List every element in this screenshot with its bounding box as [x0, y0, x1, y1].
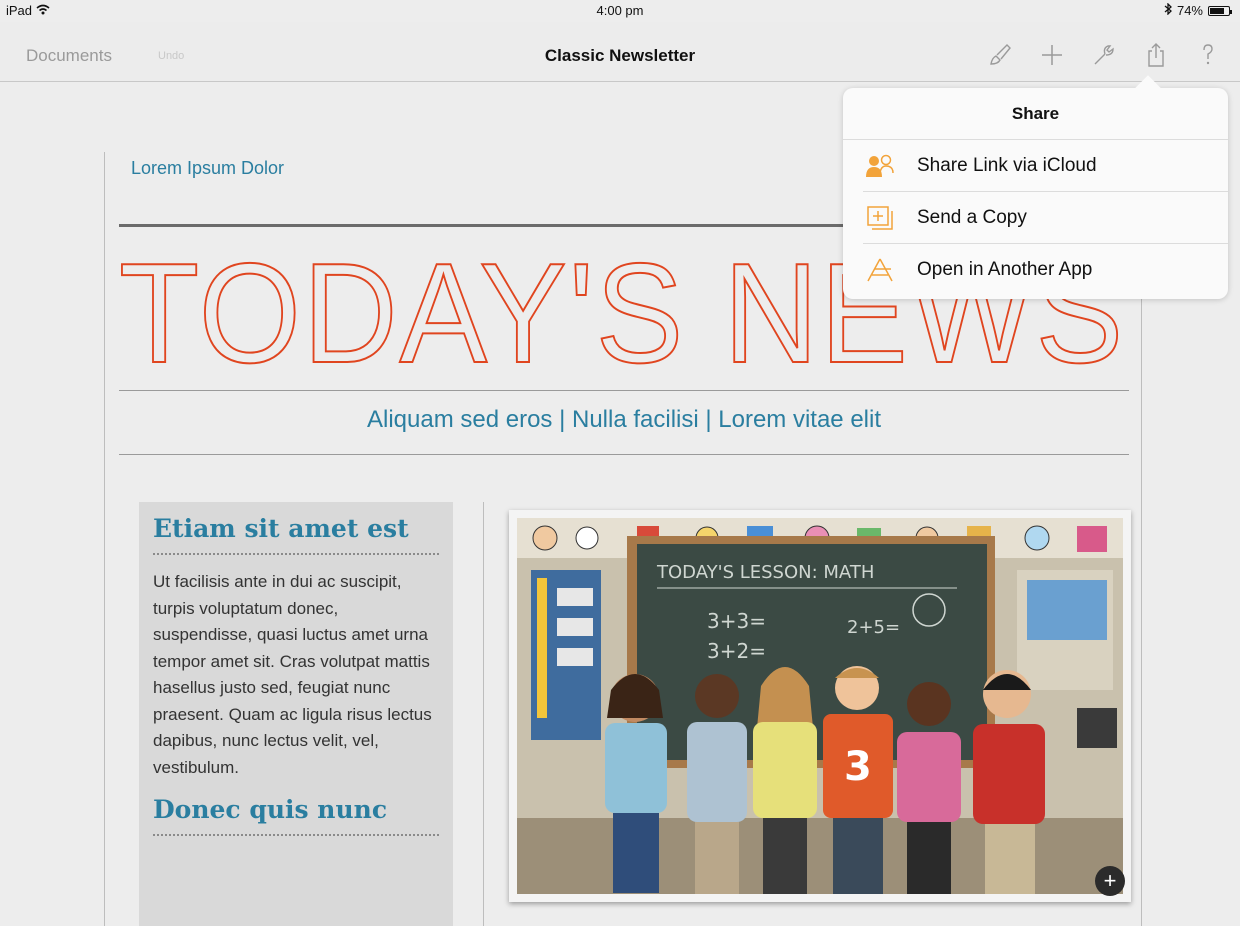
- dotted-rule: [153, 553, 439, 555]
- divider-thin-bottom: [119, 454, 1129, 455]
- battery-icon: [1208, 5, 1232, 16]
- send-copy-item[interactable]: Send a Copy: [863, 192, 1228, 244]
- chalkboard-text: TODAY'S LESSON: MATH: [656, 562, 874, 583]
- battery-percent: 74%: [1176, 3, 1203, 18]
- people-icon: [863, 151, 897, 181]
- toolbar: Documents Undo Classic Newsletter: [0, 22, 1240, 82]
- status-time: 4:00 pm: [596, 3, 644, 18]
- sidebar-box[interactable]: Etiam sit amet est Ut facilisis ante in …: [139, 502, 453, 926]
- add-media-button[interactable]: +: [1095, 866, 1125, 896]
- status-right: 74%: [1164, 2, 1232, 18]
- status-bar: iPad 4:00 pm 74%: [0, 0, 1240, 22]
- classroom-photo: TODAY'S LESSON: MATH 3+3= 2+5= 3+2= 3: [517, 518, 1123, 894]
- divider-thin-top: [119, 390, 1129, 391]
- open-another-app-label: Open in Another App: [917, 259, 1093, 280]
- share-link-icloud-label: Share Link via iCloud: [917, 154, 1097, 176]
- sidebar-body[interactable]: Ut facilisis ante in dui ac suscipit, tu…: [153, 569, 439, 781]
- column-divider: [483, 502, 484, 926]
- share-popover: Share Share Link via iCloud Send a Copy …: [843, 88, 1228, 299]
- kicker-text[interactable]: Lorem Ipsum Dolor: [131, 158, 284, 179]
- app-store-icon: [863, 255, 897, 285]
- format-brush-icon[interactable]: [986, 40, 1014, 70]
- sidebar-heading-1[interactable]: Etiam sit amet est: [153, 514, 439, 543]
- svg-text:3+3=: 3+3=: [707, 609, 766, 633]
- sidebar-heading-2[interactable]: Donec quis nunc: [153, 795, 439, 824]
- send-copy-label: Send a Copy: [917, 206, 1027, 228]
- toolbar-tools: [986, 40, 1222, 70]
- open-another-app-item[interactable]: Open in Another App: [863, 244, 1228, 296]
- dotted-rule-2: [153, 834, 439, 836]
- help-icon[interactable]: [1194, 40, 1222, 70]
- share-title: Share: [843, 88, 1228, 140]
- wrench-icon[interactable]: [1090, 40, 1118, 70]
- plus-icon[interactable]: [1038, 40, 1066, 70]
- jersey-number: 3: [844, 744, 872, 790]
- svg-text:2+5=: 2+5=: [847, 617, 900, 638]
- share-link-icloud-item[interactable]: Share Link via iCloud: [863, 140, 1228, 192]
- send-copy-icon: [863, 203, 897, 233]
- share-icon[interactable]: [1142, 40, 1170, 70]
- svg-text:3+2=: 3+2=: [707, 639, 766, 663]
- photo-frame[interactable]: TODAY'S LESSON: MATH 3+3= 2+5= 3+2= 3 +: [509, 510, 1131, 902]
- bluetooth-icon: [1164, 2, 1172, 18]
- section-links[interactable]: Aliquam sed eros | Nulla facilisi | Lore…: [119, 406, 1129, 434]
